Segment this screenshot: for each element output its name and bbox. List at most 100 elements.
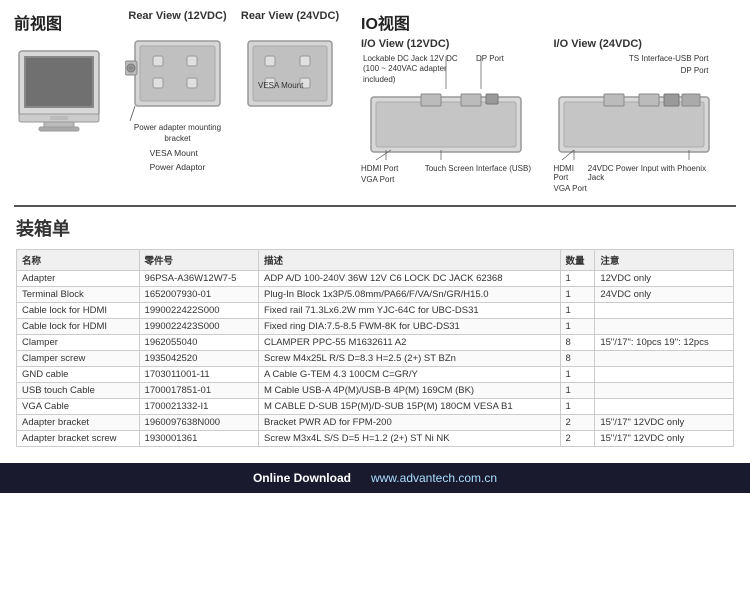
hdmi-port-label-12v: HDMI Port [361, 164, 398, 173]
front-view-title: 前视图 [14, 10, 62, 34]
cell-name: VGA Cable [17, 399, 140, 415]
io-views-section: IO视图 I/O View (12VDC) Lockable DC Jack 1… [361, 10, 736, 193]
col-desc: 描述 [258, 250, 560, 271]
rear-view-24v-svg [240, 26, 340, 126]
rear-view-12v-svg [125, 26, 230, 126]
cell-description: Bracket PWR AD for FPM-200 [258, 415, 560, 431]
dp-port-label-top-12v: DP Port [476, 54, 531, 64]
io-view-24v: I/O View (24VDC) TS Interface-USB Port D… [554, 38, 737, 193]
rear-view-12v-title: Rear View (12VDC) [128, 10, 226, 22]
touch-screen-label-12v: Touch Screen Interface (USB) [425, 164, 531, 173]
cell-qty: 1 [560, 271, 595, 287]
cell-qty: 1 [560, 367, 595, 383]
io-view-12v-svg [361, 92, 531, 162]
cell-partNo: 1700017851-01 [139, 383, 258, 399]
table-header-row: 名称 零件号 描述 数量 注意 [17, 250, 734, 271]
col-qty: 数量 [560, 250, 595, 271]
cell-note [595, 351, 734, 367]
cell-qty: 1 [560, 287, 595, 303]
footer-url: www.advantech.com.cn [371, 471, 497, 485]
cell-partNo: 96PSA-A36W12W7-5 [139, 271, 258, 287]
table-row: Clamper1962055040CLAMPER PPC-55 M1632611… [17, 335, 734, 351]
col-note: 注意 [595, 250, 734, 271]
vesa-mount-label-12v: VESA Mount [150, 148, 206, 160]
io-views-inner: I/O View (12VDC) Lockable DC Jack 12V DC… [361, 38, 736, 193]
table-row: GND cable1703011001-11A Cable G-TEM 4.3 … [17, 367, 734, 383]
top-views-area: 前视图 Rear [0, 0, 750, 199]
vesa-mount-label-24v: VESA Mount [258, 81, 303, 90]
table-row: Adapter96PSA-A36W12W7-5ADP A/D 100-240V … [17, 271, 734, 287]
cell-partNo: 1930001361 [139, 431, 258, 447]
table-row: Adapter bracket1960097638N000Bracket PWR… [17, 415, 734, 431]
footer-label: Online Download [253, 471, 351, 485]
table-row: Cable lock for HDMI1990022422S000Fixed r… [17, 303, 734, 319]
vga-port-label-12v: VGA Port [361, 175, 394, 184]
table-row: VGA Cable1700021332-I1M CABLE D-SUB 15P(… [17, 399, 734, 415]
footer: Online Download www.advantech.com.cn [0, 463, 750, 493]
cell-note [595, 319, 734, 335]
io-view-12v-title: I/O View (12VDC) [361, 38, 449, 50]
ts-usb-label: TS Interface-USB Port [619, 54, 709, 64]
cell-name: Adapter bracket screw [17, 431, 140, 447]
table-row: Cable lock for HDMI1990022423S000Fixed r… [17, 319, 734, 335]
table-row: Clamper screw1935042520Screw M4x25L R/S … [17, 351, 734, 367]
cell-qty: 2 [560, 431, 595, 447]
cell-name: Adapter bracket [17, 415, 140, 431]
dp-port-label-24v: DP Port [649, 66, 709, 76]
cell-qty: 2 [560, 415, 595, 431]
cell-description: Fixed rail 71.3Lx6.2W mm YJC-64C for UBC… [258, 303, 560, 319]
front-view-svg [14, 46, 104, 156]
cell-name: GND cable [17, 367, 140, 383]
cell-description: M Cable USB-A 4P(M)/USB-B 4P(M) 169CM (B… [258, 383, 560, 399]
rear-view-24v: Rear View (24VDC) VESA Mount [240, 10, 340, 193]
cell-note [595, 383, 734, 399]
cell-partNo: 1935042520 [139, 351, 258, 367]
cell-description: ADP A/D 100-240V 36W 12V C6 LOCK DC JACK… [258, 271, 560, 287]
cell-description: A Cable G-TEM 4.3 100CM C=GR/Y [258, 367, 560, 383]
col-partno: 零件号 [139, 250, 258, 271]
cell-qty: 1 [560, 383, 595, 399]
packing-section: 装箱单 名称 零件号 描述 数量 注意 Adapter96PSA-A36W12W… [0, 207, 750, 455]
io-view-24v-title: I/O View (24VDC) [554, 38, 642, 50]
cell-partNo: 1962055040 [139, 335, 258, 351]
cell-qty: 1 [560, 303, 595, 319]
cell-note: 24VDC only [595, 287, 734, 303]
cell-name: Cable lock for HDMI [17, 303, 140, 319]
rear-view-24v-title: Rear View (24VDC) [241, 10, 339, 22]
cell-qty: 8 [560, 351, 595, 367]
cell-note [595, 367, 734, 383]
cell-name: Clamper screw [17, 351, 140, 367]
cell-note: 15"/17": 10pcs 19": 12pcs [595, 335, 734, 351]
table-row: Adapter bracket screw1930001361Screw M3x… [17, 431, 734, 447]
cell-note [595, 399, 734, 415]
rear-view-12v: Rear View (12VDC) [125, 10, 230, 193]
rear-views-section: Rear View (12VDC) [125, 10, 355, 193]
power-adapter-bracket-label: Power adapter mounting bracket [134, 123, 221, 142]
cell-partNo: 1990022422S000 [139, 303, 258, 319]
io-view-24v-svg [554, 92, 714, 162]
cell-qty: 1 [560, 319, 595, 335]
cell-description: M CABLE D-SUB 15P(M)/D-SUB 15P(M) 180CM … [258, 399, 560, 415]
cell-note: 15"/17" 12VDC only [595, 431, 734, 447]
cell-description: Screw M3x4L S/S D=5 H=1.2 (2+) ST Ni NK [258, 431, 560, 447]
table-row: USB touch Cable1700017851-01M Cable USB-… [17, 383, 734, 399]
cell-partNo: 1700021332-I1 [139, 399, 258, 415]
packing-table: 名称 零件号 描述 数量 注意 Adapter96PSA-A36W12W7-5A… [16, 249, 734, 447]
io-view-12v: I/O View (12VDC) Lockable DC Jack 12V DC… [361, 38, 544, 193]
col-name: 名称 [17, 250, 140, 271]
cell-description: CLAMPER PPC-55 M1632611 A2 [258, 335, 560, 351]
cell-name: Cable lock for HDMI [17, 319, 140, 335]
phoenix-jack-label: 24VDC Power Input with Phoenix Jack [588, 164, 714, 182]
cell-partNo: 1990022423S000 [139, 319, 258, 335]
cell-name: Terminal Block [17, 287, 140, 303]
table-row: Terminal Block1652007930-01Plug-In Block… [17, 287, 734, 303]
cell-note: 15"/17" 12VDC only [595, 415, 734, 431]
power-adaptor-label: Power Adaptor [150, 162, 206, 174]
packing-title: 装箱单 [16, 215, 734, 241]
cell-name: USB touch Cable [17, 383, 140, 399]
cell-qty: 1 [560, 399, 595, 415]
cell-description: Plug-In Block 1x3P/5.08mm/PA66/F/VA/Sn/G… [258, 287, 560, 303]
io-view-title: IO视图 [361, 10, 736, 34]
page: 前视图 Rear [0, 0, 750, 596]
cell-description: Screw M4x25L R/S D=8.3 H=2.5 (2+) ST BZn [258, 351, 560, 367]
